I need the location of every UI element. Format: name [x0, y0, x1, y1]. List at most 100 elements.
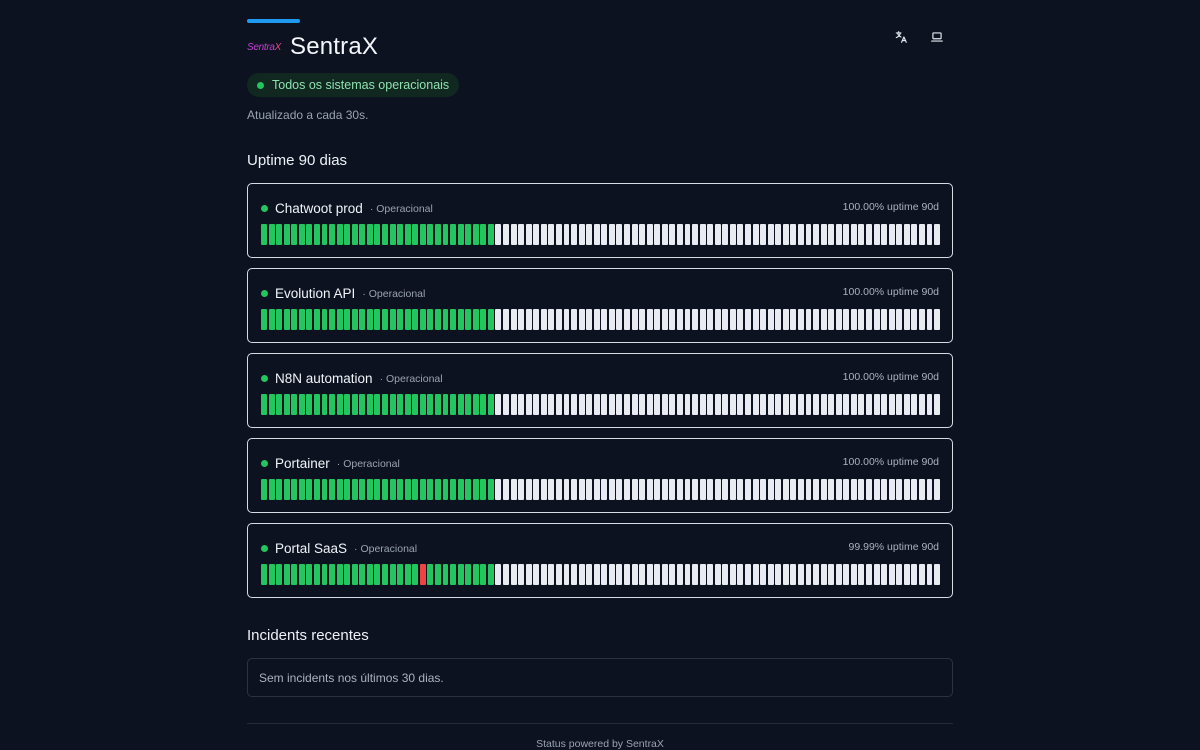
uptime-day-bar[interactable] — [321, 564, 328, 585]
uptime-day-bar[interactable] — [918, 479, 925, 500]
uptime-day-bar[interactable] — [518, 394, 525, 415]
uptime-day-bar[interactable] — [555, 309, 562, 330]
uptime-day-bar[interactable] — [699, 224, 706, 245]
uptime-day-bar[interactable] — [298, 309, 305, 330]
uptime-day-bar[interactable] — [593, 564, 600, 585]
uptime-day-bar[interactable] — [835, 564, 842, 585]
uptime-day-bar[interactable] — [608, 479, 615, 500]
uptime-day-bar[interactable] — [450, 564, 457, 585]
uptime-day-bar[interactable] — [412, 394, 419, 415]
uptime-day-bar[interactable] — [646, 394, 653, 415]
uptime-day-bar[interactable] — [737, 309, 744, 330]
uptime-day-bar[interactable] — [419, 479, 426, 500]
uptime-day-bar[interactable] — [571, 564, 578, 585]
uptime-day-bar[interactable] — [903, 479, 910, 500]
uptime-day-bar[interactable] — [548, 224, 555, 245]
uptime-day-bar[interactable] — [487, 564, 494, 585]
uptime-day-bar[interactable] — [639, 309, 646, 330]
uptime-day-bar[interactable] — [283, 394, 290, 415]
uptime-day-bar[interactable] — [397, 564, 404, 585]
uptime-day-bar[interactable] — [790, 564, 797, 585]
uptime-day-bar[interactable] — [608, 394, 615, 415]
uptime-day-bar[interactable] — [593, 479, 600, 500]
laptop-icon[interactable] — [928, 28, 946, 46]
uptime-day-bar[interactable] — [639, 394, 646, 415]
uptime-day-bar[interactable] — [918, 564, 925, 585]
uptime-day-bar[interactable] — [487, 394, 494, 415]
uptime-day-bar[interactable] — [797, 309, 804, 330]
uptime-day-bar[interactable] — [858, 564, 865, 585]
uptime-day-bar[interactable] — [427, 479, 434, 500]
uptime-day-bar[interactable] — [714, 309, 721, 330]
uptime-day-bar[interactable] — [782, 564, 789, 585]
uptime-day-bar[interactable] — [495, 309, 502, 330]
uptime-day-bar[interactable] — [676, 224, 683, 245]
uptime-day-bar[interactable] — [586, 394, 593, 415]
uptime-day-bar[interactable] — [654, 224, 661, 245]
uptime-day-bar[interactable] — [389, 224, 396, 245]
uptime-day-bar[interactable] — [563, 394, 570, 415]
uptime-day-bar[interactable] — [261, 394, 267, 415]
uptime-day-bar[interactable] — [631, 394, 638, 415]
uptime-day-bar[interactable] — [276, 564, 283, 585]
uptime-day-bar[interactable] — [661, 564, 668, 585]
uptime-day-bar[interactable] — [329, 394, 336, 415]
uptime-day-bar[interactable] — [639, 564, 646, 585]
uptime-day-bar[interactable] — [646, 309, 653, 330]
uptime-day-bar[interactable] — [934, 394, 941, 415]
uptime-day-bar[interactable] — [873, 564, 880, 585]
uptime-day-bar[interactable] — [306, 309, 313, 330]
uptime-day-bar[interactable] — [495, 564, 502, 585]
uptime-day-bar[interactable] — [752, 564, 759, 585]
uptime-day-bar[interactable] — [684, 479, 691, 500]
uptime-day-bar[interactable] — [518, 309, 525, 330]
uptime-day-bar[interactable] — [465, 224, 472, 245]
uptime-day-bar[interactable] — [661, 309, 668, 330]
uptime-day-bar[interactable] — [714, 394, 721, 415]
uptime-day-bar[interactable] — [276, 224, 283, 245]
uptime-day-bar[interactable] — [805, 394, 812, 415]
uptime-day-bar[interactable] — [820, 224, 827, 245]
uptime-day-bar[interactable] — [767, 394, 774, 415]
uptime-day-bar[interactable] — [684, 564, 691, 585]
uptime-day-bar[interactable] — [858, 309, 865, 330]
uptime-day-bar[interactable] — [344, 309, 351, 330]
uptime-day-bar[interactable] — [366, 564, 373, 585]
uptime-day-bar[interactable] — [601, 309, 608, 330]
uptime-day-bar[interactable] — [752, 309, 759, 330]
uptime-day-bar[interactable] — [601, 564, 608, 585]
uptime-day-bar[interactable] — [911, 224, 918, 245]
uptime-day-bar[interactable] — [692, 564, 699, 585]
uptime-day-bar[interactable] — [329, 479, 336, 500]
uptime-day-bar[interactable] — [555, 224, 562, 245]
uptime-day-bar[interactable] — [888, 394, 895, 415]
uptime-day-bar[interactable] — [866, 309, 872, 330]
uptime-day-bar[interactable] — [813, 309, 820, 330]
uptime-day-bar[interactable] — [540, 309, 547, 330]
uptime-day-bar[interactable] — [866, 479, 872, 500]
uptime-day-bar[interactable] — [389, 564, 396, 585]
uptime-day-bar[interactable] — [888, 564, 895, 585]
uptime-day-bar[interactable] — [729, 309, 736, 330]
uptime-day-bar[interactable] — [412, 309, 419, 330]
uptime-day-bar[interactable] — [313, 564, 320, 585]
uptime-day-bar[interactable] — [442, 564, 449, 585]
uptime-day-bar[interactable] — [457, 479, 464, 500]
uptime-day-bar[interactable] — [283, 224, 290, 245]
uptime-day-bar[interactable] — [676, 394, 683, 415]
uptime-day-bar[interactable] — [760, 309, 767, 330]
uptime-day-bar[interactable] — [540, 479, 547, 500]
uptime-day-bar[interactable] — [616, 564, 623, 585]
uptime-day-bar[interactable] — [760, 564, 767, 585]
uptime-day-bar[interactable] — [261, 224, 267, 245]
uptime-day-bar[interactable] — [261, 479, 267, 500]
uptime-day-bar[interactable] — [427, 309, 434, 330]
uptime-day-bar[interactable] — [790, 394, 797, 415]
uptime-day-bar[interactable] — [624, 394, 630, 415]
uptime-day-bar[interactable] — [540, 224, 547, 245]
uptime-day-bar[interactable] — [450, 224, 457, 245]
uptime-day-bar[interactable] — [654, 479, 661, 500]
uptime-day-bar[interactable] — [850, 309, 857, 330]
uptime-day-bar[interactable] — [329, 309, 336, 330]
uptime-day-bar[interactable] — [578, 479, 585, 500]
